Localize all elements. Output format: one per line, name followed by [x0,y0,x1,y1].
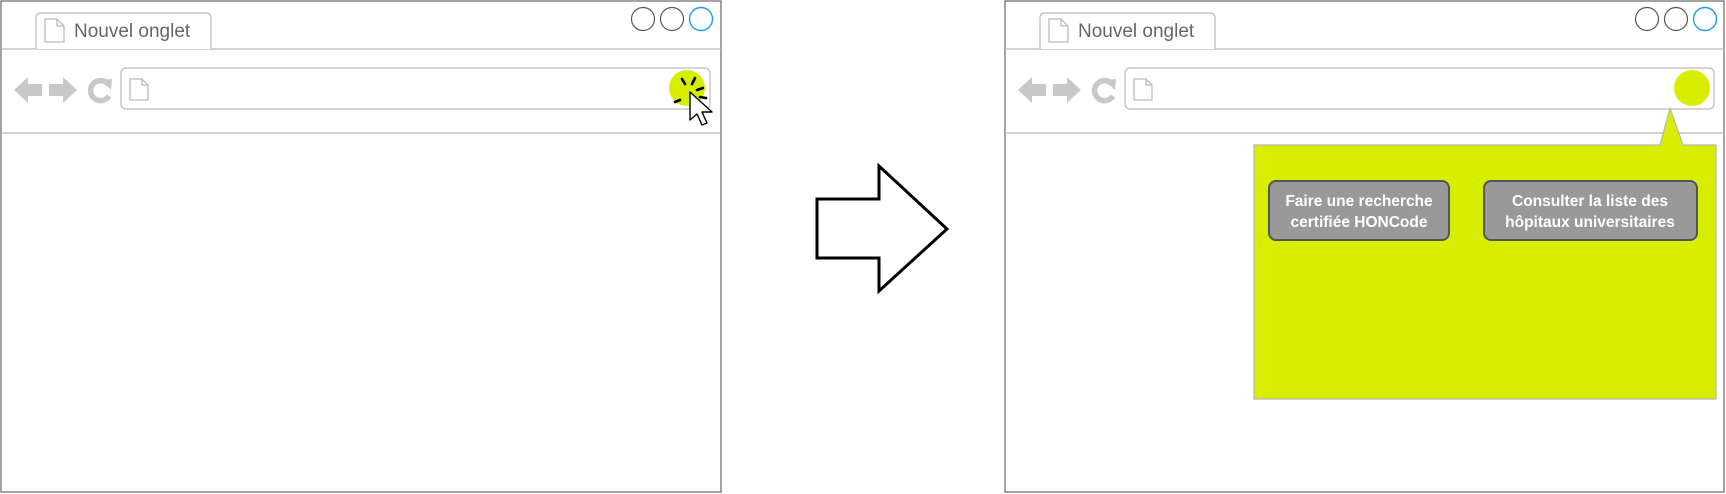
page-icon [129,78,149,101]
address-bar[interactable] [1124,67,1715,110]
button-label-line: certifiée HONCode [1291,214,1428,231]
extension-popup [1253,105,1717,400]
button-label-line: Faire une recherche [1285,193,1433,210]
page-icon [1133,78,1153,101]
close-button[interactable] [1692,6,1718,32]
minimize-button[interactable] [1634,6,1660,32]
maximize-button[interactable] [1663,6,1689,32]
close-button[interactable] [688,6,714,32]
button-label-line: hôpitaux universitaires [1505,214,1675,231]
maximize-button[interactable] [659,6,685,32]
browser-window-before: Nouvel onglet [0,0,722,493]
page-icon [1048,18,1069,43]
university-hospitals-button[interactable]: Consulter la liste des hôpitaux universi… [1483,180,1698,241]
honcode-search-button[interactable]: Faire une recherche certifiée HONCode [1268,180,1450,241]
tab-new[interactable]: Nouvel onglet [35,12,212,49]
browser-window-after: Nouvel onglet Faire une recherche certif… [1004,0,1725,493]
tab-label: Nouvel onglet [74,21,191,42]
minimize-button[interactable] [630,6,656,32]
extension-icon[interactable] [1674,70,1710,106]
button-label-line: Consulter la liste des [1512,193,1668,210]
tab-label: Nouvel onglet [1078,21,1195,42]
address-bar[interactable] [120,67,711,110]
diagram-canvas: Nouvel onglet Nouvel onglet Faire une re… [0,0,1725,493]
tab-new[interactable]: Nouvel onglet [1039,12,1216,49]
page-icon [44,18,65,43]
transition-arrow-icon [815,162,950,295]
